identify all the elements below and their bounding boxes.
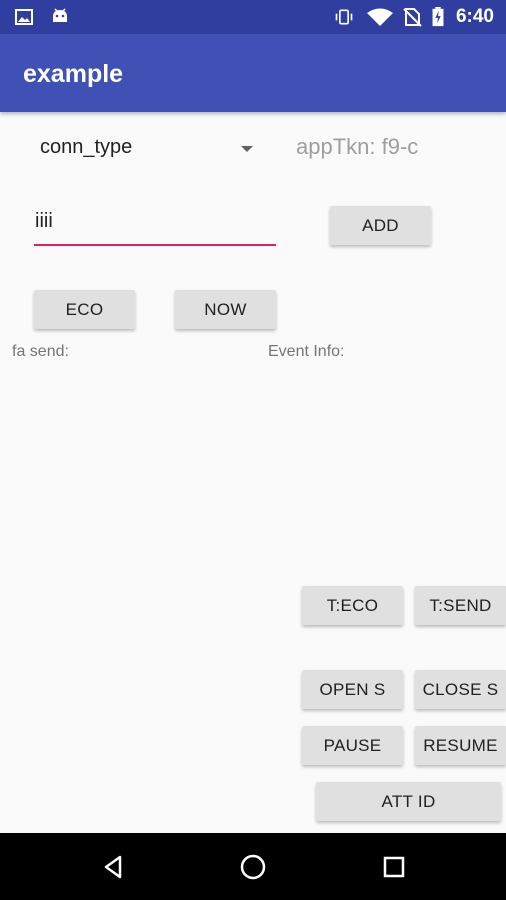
open-s-button[interactable]: OPEN S — [302, 670, 403, 709]
spinner-selected-value: conn_type — [40, 136, 133, 158]
t-send-button[interactable]: T:SEND — [415, 586, 506, 625]
t-eco-button[interactable]: T:ECO — [302, 586, 403, 625]
recents-icon[interactable] — [380, 853, 408, 881]
vibrate-icon — [335, 9, 353, 25]
wifi-icon — [367, 8, 393, 26]
app-bar: example — [0, 34, 506, 112]
dropdown-arrow-icon — [241, 146, 253, 152]
home-icon[interactable] — [239, 853, 267, 881]
back-icon[interactable] — [99, 853, 127, 881]
add-button[interactable]: ADD — [330, 206, 431, 245]
conn-type-spinner[interactable]: conn_type — [40, 136, 260, 166]
text-input-value: iiii — [35, 210, 53, 232]
no-sim-icon — [403, 8, 422, 27]
pause-button[interactable]: PAUSE — [302, 726, 403, 765]
app-title: example — [23, 60, 124, 88]
navigation-bar — [0, 833, 506, 900]
close-s-button[interactable]: CLOSE S — [415, 670, 506, 709]
image-icon — [15, 9, 33, 25]
clock: 6:40 — [455, 6, 494, 27]
now-button[interactable]: NOW — [175, 290, 276, 329]
android-icon — [53, 8, 67, 22]
app-token-label: appTkn: f9-c — [296, 134, 419, 159]
status-bar: 6:40 — [0, 0, 506, 34]
battery-charging-icon — [432, 7, 444, 27]
main-content: conn_type appTkn: f9-c iiii ADD ECO NOW … — [0, 112, 506, 833]
text-input[interactable]: iiii — [34, 208, 276, 246]
att-id-button[interactable]: ATT ID — [316, 782, 501, 821]
eco-button[interactable]: ECO — [34, 290, 135, 329]
fa-send-label: fa send: — [12, 343, 69, 360]
event-info-label: Event Info: — [268, 343, 345, 360]
resume-button[interactable]: RESUME — [415, 726, 506, 765]
